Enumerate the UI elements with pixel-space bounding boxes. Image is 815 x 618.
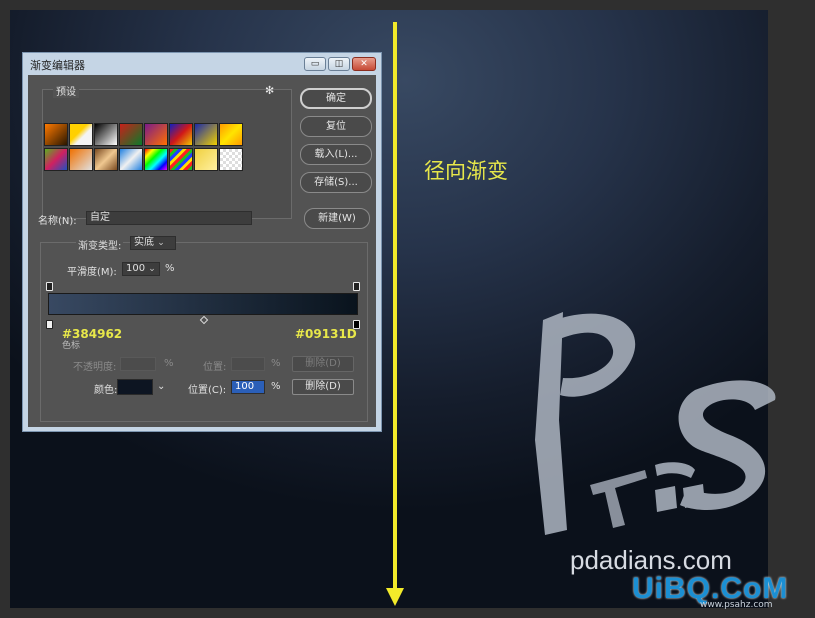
gear-icon[interactable]: ✻ (265, 84, 274, 97)
preset-swatch[interactable] (194, 123, 218, 146)
preset-swatch[interactable] (219, 123, 243, 146)
preset-swatch[interactable] (94, 123, 118, 146)
smoothness-value: 100 (126, 263, 146, 274)
preset-swatch[interactable] (44, 148, 68, 171)
right-color-hex: #09131D (295, 327, 357, 341)
opacity-input (120, 357, 156, 371)
opacity-percent: % (164, 358, 174, 369)
preset-swatch[interactable] (194, 148, 218, 171)
smoothness-input[interactable]: 100 ⌄ (122, 262, 160, 276)
close-button[interactable]: ✕ (352, 57, 376, 71)
preset-swatch[interactable] (94, 148, 118, 171)
name-label: 名称(N): (38, 216, 77, 227)
preset-swatch[interactable] (69, 148, 93, 171)
gradient-preview-bar[interactable] (48, 293, 358, 315)
dialog-title: 渐变编辑器 (30, 59, 85, 72)
new-button[interactable]: 新建(W) (304, 208, 370, 229)
gradient-type-value: 实底 (134, 237, 154, 248)
gradient-type-select[interactable]: 实底 ⌄ (130, 236, 176, 250)
restore-button[interactable]: ◫ (328, 57, 350, 71)
smoothness-percent: % (165, 263, 175, 274)
stops-label: 色标 (62, 341, 81, 351)
preset-swatch[interactable] (144, 148, 168, 171)
opacity-location-input (231, 357, 265, 371)
preset-swatch[interactable] (69, 123, 93, 146)
opacity-label: 不透明度: (73, 362, 117, 373)
delete-color-stop-button[interactable]: 删除(D) (292, 379, 354, 395)
preset-swatch[interactable] (219, 148, 243, 171)
opacity-location-label: 位置: (203, 362, 227, 373)
direction-arrow-line (393, 22, 397, 592)
preset-swatches (44, 123, 250, 172)
arrow-down-icon (386, 588, 404, 606)
ok-button[interactable]: 确定 (300, 88, 372, 109)
opacity-stop-right[interactable] (353, 282, 360, 291)
preset-swatch[interactable] (44, 123, 68, 146)
preset-swatch[interactable] (144, 123, 168, 146)
dialog-body: 预设 ✻ 确定 复位 载入(L)... 存储(S)... 名称(N): 自定 新… (28, 75, 376, 427)
radial-gradient-annotation: 径向渐变 (424, 159, 508, 183)
preset-swatch[interactable] (119, 123, 143, 146)
opacity-location-percent: % (271, 358, 281, 369)
name-input[interactable]: 自定 (86, 211, 252, 225)
chevron-down-icon[interactable]: ⌄ (157, 381, 165, 392)
minimize-button[interactable]: ▭ (304, 57, 326, 71)
color-stop-left[interactable] (46, 320, 53, 329)
gradient-editor-dialog: 渐变编辑器 ▭ ◫ ✕ 预设 ✻ 确定 复位 载入(L)... 存储(S)...… (22, 52, 382, 432)
color-location-label: 位置(C): (188, 385, 227, 396)
color-label: 颜色: (94, 385, 118, 396)
reset-button[interactable]: 复位 (300, 116, 372, 137)
preset-swatch[interactable] (169, 123, 193, 146)
gradient-type-label: 渐变类型: (76, 237, 124, 252)
preset-swatch[interactable] (119, 148, 143, 171)
ps-brush-logo (535, 312, 776, 535)
dialog-titlebar[interactable]: 渐变编辑器 ▭ ◫ ✕ (23, 53, 381, 75)
chevron-down-icon: ⌄ (148, 264, 156, 274)
preset-swatch[interactable] (169, 148, 193, 171)
opacity-stop-left[interactable] (46, 282, 53, 291)
watermark-subtext: www.psahz.com (700, 600, 773, 610)
chevron-down-icon: ⌄ (157, 238, 165, 248)
delete-opacity-stop-button: 删除(D) (292, 356, 354, 372)
color-location-input[interactable]: 100 (231, 380, 265, 394)
load-button[interactable]: 载入(L)... (300, 144, 372, 165)
stop-color-swatch[interactable] (117, 379, 153, 395)
smoothness-label: 平滑度(M): (67, 267, 117, 278)
color-location-percent: % (271, 381, 281, 392)
presets-label: 预设 (53, 83, 79, 98)
save-button[interactable]: 存储(S)... (300, 172, 372, 193)
